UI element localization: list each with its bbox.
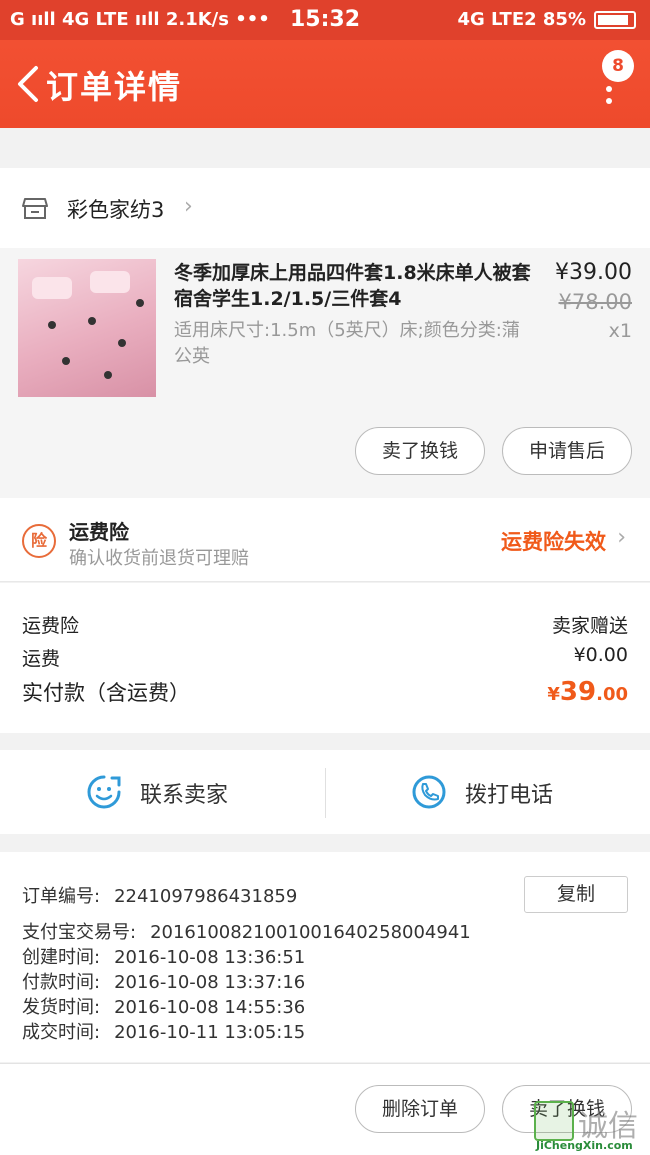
notification-badge: 8 (602, 50, 634, 82)
fee-value: 卖家赠送 (551, 615, 628, 637)
product-original-price: ¥78.00 (558, 290, 632, 314)
watermark-logo: 诚信 JiChengXin.com (534, 1101, 646, 1152)
back-arrow-icon[interactable] (12, 64, 46, 104)
contact-seller-button[interactable]: 联系卖家 (0, 750, 325, 834)
completed-time-row: 成交时间: 2016-10-11 13:05:15 (22, 1022, 306, 1043)
insurance-subtitle: 确认收货前退货可理赔 (69, 548, 249, 569)
watermark-url: JiChengXin.com (536, 1139, 633, 1152)
fee-label: 运费险 (22, 615, 80, 637)
product-image[interactable] (18, 259, 156, 397)
order-info: 订单编号: 2241097986431859 复制 支付宝交易号: 20161008… (0, 852, 650, 1062)
fee-summary: 运费险 卖家赠送 运费 ¥0.00 实付款（含运费） ¥39.00 (0, 583, 650, 733)
contact-bar: 联系卖家 拨打电话 (0, 750, 650, 834)
store-icon (22, 198, 48, 219)
product-item[interactable]: 冬季加厚床上用品四件套1.8米床单人被套宿舍学生1.2/1.5/三件套4 适用床… (0, 248, 650, 498)
status-right: 4G LTE2 85% (457, 9, 636, 30)
bottom-action-bar: 删除订单 卖了换钱 诚信 JiChengXin.com (0, 1063, 650, 1155)
contact-seller-label: 联系卖家 (140, 783, 229, 808)
battery-icon (594, 10, 636, 29)
after-sales-button[interactable]: 申请售后 (502, 427, 632, 475)
chevron-right-icon: › (617, 525, 626, 550)
chat-face-icon (87, 775, 121, 809)
shop-row[interactable]: 彩色家纺3 › (0, 168, 650, 248)
status-bar: G ııll 4G LTE ııll 2.1K/s ••• 15:32 4G L… (0, 0, 650, 40)
paid-time-row: 付款时间: 2016-10-08 13:37:16 (22, 972, 306, 993)
order-number-row: 订单编号: 2241097986431859 (22, 886, 298, 907)
fee-label: 运费 (22, 648, 61, 670)
call-phone-button[interactable]: 拨打电话 (325, 750, 650, 834)
page-title: 订单详情 (46, 68, 183, 106)
watermark-icon (534, 1101, 574, 1141)
shipping-insurance-row[interactable]: 险 运费险 确认收货前退货可理赔 运费险失效 › (0, 498, 650, 582)
status-network-battery: 4G LTE2 85% (457, 9, 586, 30)
created-time-row: 创建时间: 2016-10-08 13:36:51 (22, 947, 306, 968)
delete-order-button[interactable]: 删除订单 (355, 1085, 485, 1133)
total-label: 实付款（含运费） (22, 681, 190, 705)
total-amount: ¥39.00 (547, 677, 628, 707)
fee-row-shipping: 运费 ¥0.00 (22, 644, 628, 671)
copy-button[interactable]: 复制 (524, 876, 628, 913)
sell-for-cash-button[interactable]: 卖了换钱 (355, 427, 485, 475)
fee-row-total: 实付款（含运费） ¥39.00 (22, 677, 628, 707)
insurance-status: 运费险失效 (501, 530, 606, 554)
call-phone-label: 拨打电话 (465, 783, 554, 808)
insurance-title: 运费险 (69, 520, 129, 544)
shop-name: 彩色家纺3 (67, 198, 165, 222)
shipped-time-row: 发货时间: 2016-10-08 14:55:36 (22, 997, 306, 1018)
phone-icon (412, 775, 446, 809)
app-header: 订单详情 8 (0, 40, 650, 128)
product-title: 冬季加厚床上用品四件套1.8米床单人被套宿舍学生1.2/1.5/三件套4 (174, 262, 531, 310)
insurance-icon: 险 (22, 524, 56, 558)
product-spec: 适用床尺寸:1.5m（5英尺）床;颜色分类:蒲公英 (174, 320, 520, 367)
fee-row-insurance: 运费险 卖家赠送 (22, 611, 628, 638)
product-price: ¥39.00 (555, 260, 632, 285)
product-quantity: x1 (608, 320, 632, 342)
fee-value: ¥0.00 (573, 644, 628, 666)
chevron-right-icon: › (184, 194, 193, 219)
more-menu-button[interactable]: 8 (598, 50, 634, 120)
more-dots-icon (606, 86, 612, 110)
alipay-trade-row: 支付宝交易号: 2016100821001001640258004941 (22, 922, 471, 943)
